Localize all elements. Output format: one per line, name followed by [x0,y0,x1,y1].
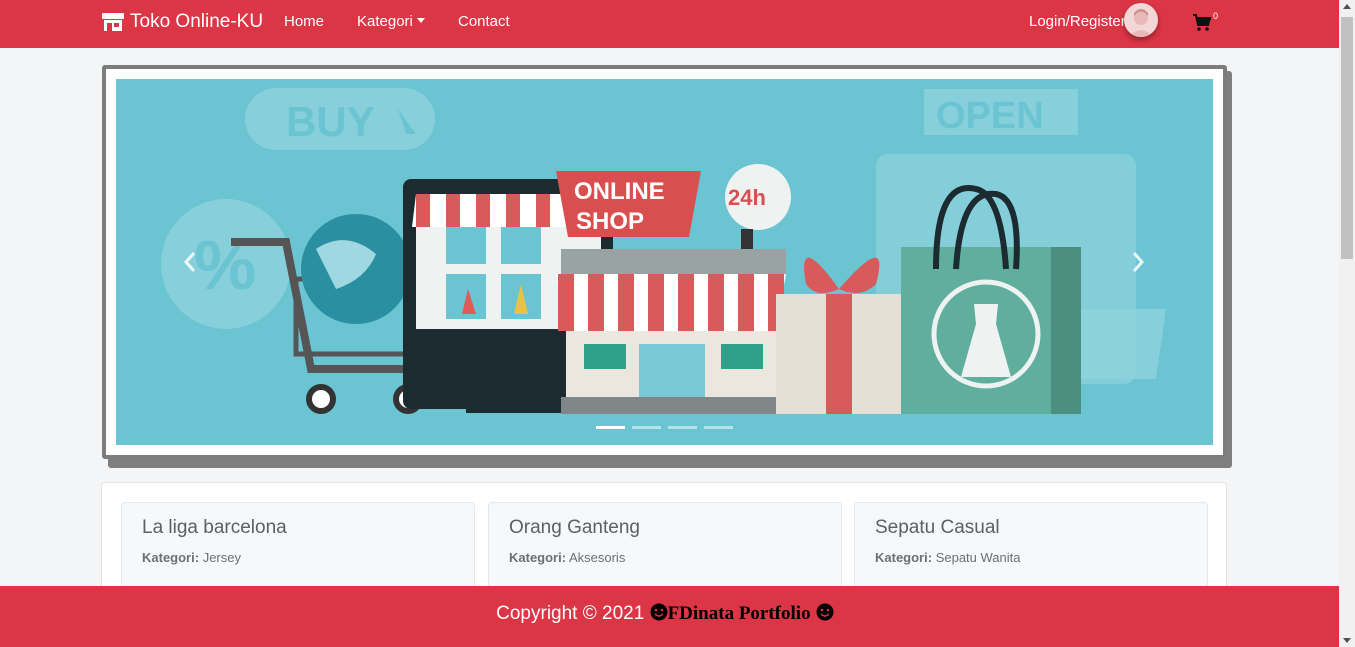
product-category: Kategori: Jersey [142,550,241,565]
footer: Copyright © 2021 FDinata Portfolio [0,586,1339,647]
hours-text: 24h [728,185,766,210]
footer-text: Copyright © 2021 FDinata Portfolio [0,603,1330,625]
carousel-indicator-4[interactable] [704,426,733,429]
carousel-indicator-1[interactable] [596,426,625,429]
store-icon [102,13,124,31]
carousel-next-button[interactable] [1128,250,1148,274]
login-register-link[interactable]: Login/Register [1029,13,1126,30]
scrollbar-thumb[interactable] [1341,17,1353,259]
carousel-indicators [596,426,733,429]
avatar[interactable] [1124,3,1158,37]
page-scrollbar[interactable] [1339,0,1355,647]
product-title: Orang Ganteng [509,517,640,538]
open-text: OPEN [936,95,1044,137]
product-title: La liga barcelona [142,517,287,538]
shopping-cart-icon[interactable] [1192,12,1212,32]
smiley-icon [816,603,834,621]
product-category: Kategori: Sepatu Wanita [875,550,1021,565]
scroll-down-icon[interactable] [1343,638,1351,643]
carousel-slide-image: BUY % OPEN ONLINE SHOP 24h [116,79,1213,445]
nav-kategori-label: Kategori [357,13,413,30]
user-avatar-icon [1129,9,1153,37]
carousel-prev-button[interactable] [180,250,200,274]
brand-link[interactable]: Toko Online-KU [101,9,263,35]
svg-text:%: % [194,226,256,304]
navbar: Toko Online-KU Home Kategori Contact Log… [0,0,1339,48]
online-shop-illustration: BUY % OPEN ONLINE SHOP 24h [161,88,1166,414]
cart-count-badge: 0 [1213,11,1219,21]
smiley-icon [650,603,668,621]
brand-name: Toko Online-KU [130,11,264,32]
author-name: FDinata Portfolio [667,603,811,624]
carousel-indicator-2[interactable] [632,426,661,429]
copyright-text: Copyright © 2021 [496,603,645,624]
online-text: ONLINE [574,178,665,205]
nav-home[interactable]: Home [284,13,324,30]
buy-text: BUY [286,98,375,145]
nav-kategori-dropdown[interactable]: Kategori [357,13,425,30]
nav-contact[interactable]: Contact [458,13,510,30]
product-category: Kategori: Aksesoris [509,550,626,565]
product-title: Sepatu Casual [875,517,1000,538]
caret-down-icon [416,18,425,23]
scroll-up-icon[interactable] [1343,4,1351,9]
shop-text: SHOP [576,208,644,235]
carousel-indicator-3[interactable] [668,426,697,429]
